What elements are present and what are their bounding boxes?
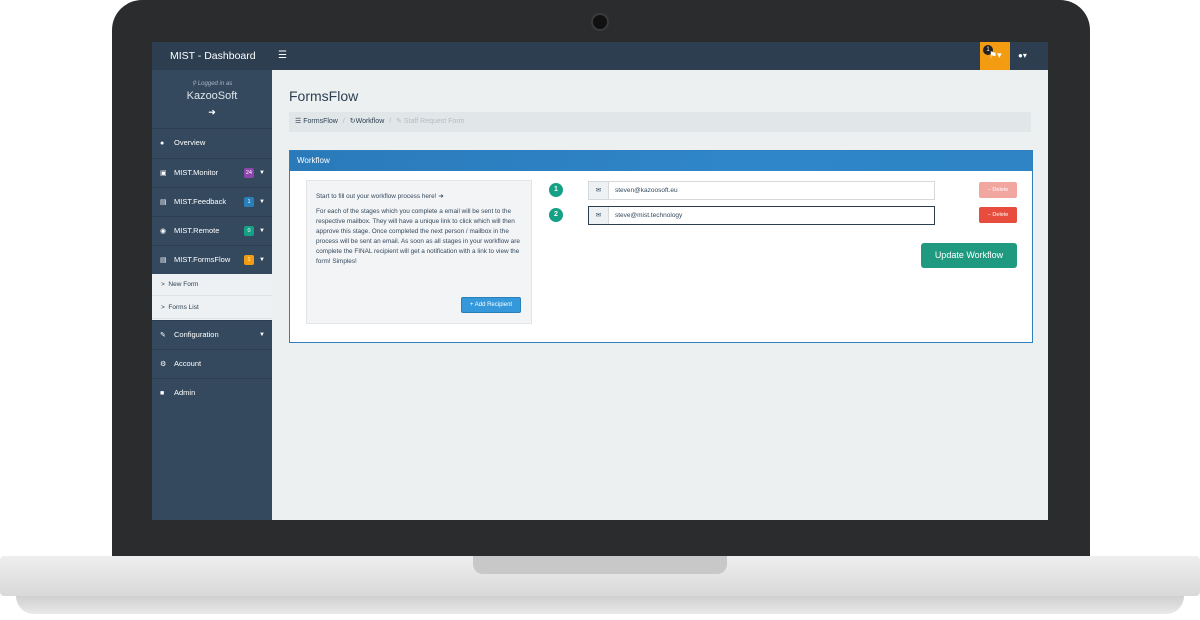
monitor-icon: ▣ <box>160 170 167 177</box>
sidebar-item-mist-remote[interactable]: ◉ MIST.Remote 0 ▼ <box>152 216 272 245</box>
envelope-icon: ✉ <box>589 207 609 224</box>
caret-down-icon: ▼ <box>259 332 265 338</box>
sidebar-item-configuration[interactable]: ✎ Configuration ▼ <box>152 320 272 349</box>
sidebar: ⚲ Logged in as KazooSoft ➜ ● Overview ▣ MI… <box>152 70 272 520</box>
feedback-count-badge: 1 <box>244 197 254 207</box>
notifications-button[interactable]: 1 ⚑▾ <box>980 42 1010 70</box>
submenu-item-forms-list[interactable]: > Forms List <box>152 297 272 319</box>
instructions-title: Start to fill out your workflow process … <box>316 193 444 200</box>
top-navbar: MIST - Dashboard ☰ 1 ⚑▾ ●▾ <box>152 42 1048 70</box>
logged-in-label: ⚲ Logged in as <box>191 81 233 87</box>
breadcrumb-separator: / <box>342 118 345 125</box>
sidebar-item-account[interactable]: ⚙ Account <box>152 349 272 378</box>
page-title: FormsFlow <box>289 88 359 104</box>
add-recipient-button[interactable]: + Add Recipient <box>461 297 521 313</box>
recipient-email-input[interactable] <box>609 182 934 199</box>
formsflow-submenu: > New Form > Forms List <box>152 274 272 320</box>
bell-icon: ⚑▾ <box>989 50 1002 60</box>
feedback-icon: ▤ <box>160 199 167 206</box>
dashboard-icon: ● <box>160 140 165 147</box>
submenu-item-new-form[interactable]: > New Form <box>152 274 272 296</box>
sidebar-item-overview[interactable]: ● Overview <box>152 128 272 157</box>
recipient-email-group: ✉ <box>588 181 935 200</box>
users-icon: ◉ <box>160 228 167 235</box>
delete-recipient-button[interactable]: − Delete <box>979 207 1017 223</box>
instructions-text: For each of the stages which you complet… <box>316 208 520 265</box>
user-icon: ●▾ <box>1018 51 1027 60</box>
step-number-badge: 2 <box>549 208 563 222</box>
workflow-panel: Workflow Start to fill out your workflow… <box>289 150 1033 343</box>
sign-out-icon[interactable]: ➜ <box>152 107 272 118</box>
sidebar-item-mist-feedback[interactable]: ▤ MIST.Feedback 1 ▼ <box>152 187 272 216</box>
delete-recipient-button[interactable]: − Delete <box>979 182 1017 198</box>
sidebar-item-mist-formsflow[interactable]: ▤ MIST.FormsFlow 1 ▼ <box>152 245 272 274</box>
breadcrumb-workflow[interactable]: ↻Workflow <box>350 118 385 125</box>
camera-icon <box>591 13 609 31</box>
forms-icon: ▤ <box>160 257 167 264</box>
caret-down-icon: ▼ <box>259 228 265 234</box>
app-screen: MIST - Dashboard ☰ 1 ⚑▾ ●▾ ⚲ Logged in a… <box>152 42 1048 520</box>
panel-title: Workflow <box>290 151 1032 171</box>
caret-down-icon: ▼ <box>259 199 265 205</box>
recipient-email-input[interactable] <box>609 207 934 224</box>
caret-down-icon: ▼ <box>259 170 265 176</box>
edit-icon: ✎ <box>396 118 404 125</box>
sidebar-item-mist-monitor[interactable]: ▣ MIST.Monitor 24 ▼ <box>152 158 272 187</box>
envelope-icon: ✉ <box>589 182 609 199</box>
instructions-box: Start to fill out your workflow process … <box>306 180 532 324</box>
caret-down-icon: ▼ <box>259 257 265 263</box>
breadcrumb-staff-request-form: ✎ Staff Request Form <box>396 118 465 125</box>
laptop-foot <box>16 596 1184 614</box>
breadcrumb-separator: / <box>389 118 392 125</box>
gear-icon: ⚙ <box>160 361 167 368</box>
monitor-count-badge: 24 <box>243 168 254 178</box>
breadcrumb-formsflow[interactable]: ☰ FormsFlow <box>295 118 338 125</box>
menu-toggle-icon[interactable]: ☰ <box>278 42 287 70</box>
breadcrumb: ☰ FormsFlow / ↻Workflow / ✎ Staff Reques… <box>289 112 1031 132</box>
company-name: KazooSoft <box>186 90 238 102</box>
lock-icon: ■ <box>160 390 165 397</box>
laptop-notch <box>473 556 727 574</box>
step-number-badge: 1 <box>549 183 563 197</box>
formsflow-count-badge: 1 <box>244 255 254 265</box>
main-content: FormsFlow ☰ FormsFlow / ↻Workflow / ✎ St… <box>272 70 1048 520</box>
arrow-right-icon: ➜ <box>438 193 444 200</box>
sidebar-item-admin[interactable]: ■ Admin <box>152 378 272 407</box>
user-menu-button[interactable]: ●▾ <box>1018 42 1027 70</box>
list-icon: ☰ <box>295 118 304 125</box>
recipient-email-group: ✉ <box>588 206 935 225</box>
update-workflow-button[interactable]: Update Workflow <box>921 243 1017 268</box>
remote-count-badge: 0 <box>244 226 254 236</box>
edit-icon: ✎ <box>160 332 166 339</box>
app-brand[interactable]: MIST - Dashboard <box>152 42 272 70</box>
